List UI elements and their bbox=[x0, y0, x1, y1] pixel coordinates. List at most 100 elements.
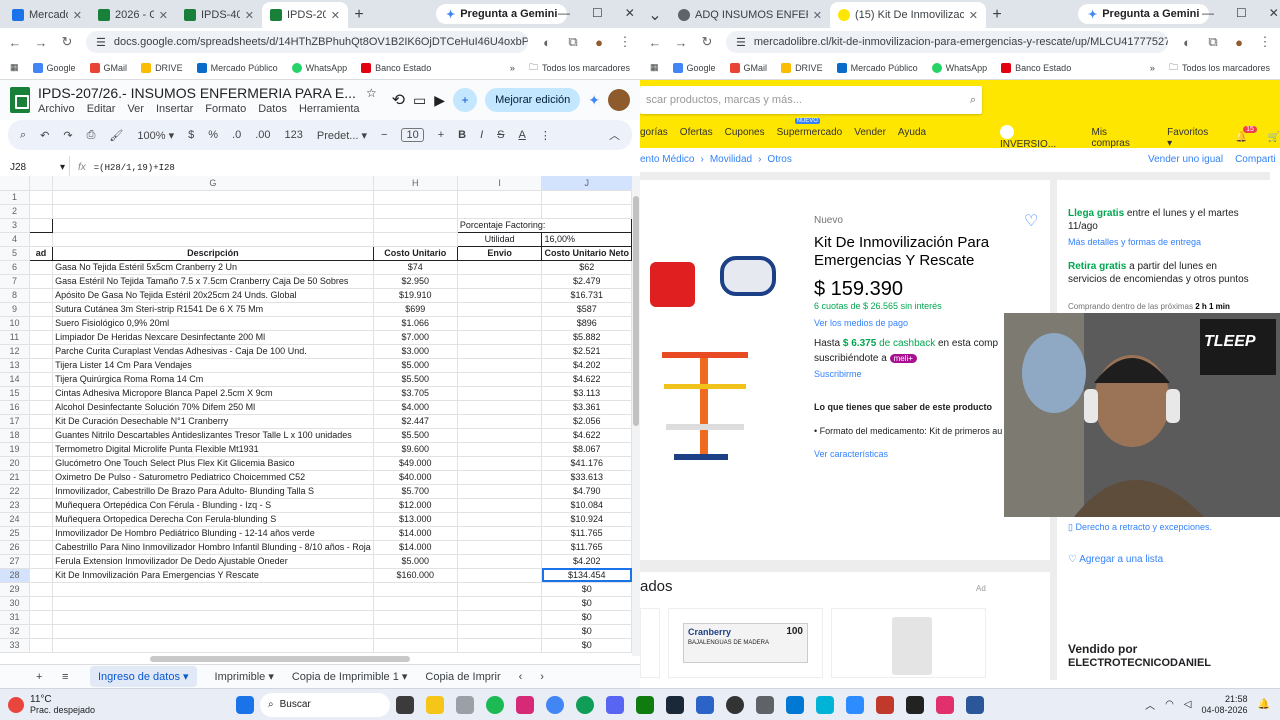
description-cell[interactable]: Tijera Quirúrgica Roma Roma 14 Cm bbox=[52, 372, 374, 387]
sheet-tab-ingreso[interactable]: Ingreso de datos ▾ bbox=[90, 666, 197, 687]
currency-button[interactable]: $ bbox=[188, 129, 194, 141]
ad-card[interactable] bbox=[831, 608, 986, 678]
column-header[interactable] bbox=[29, 176, 54, 191]
cell[interactable] bbox=[29, 442, 54, 457]
minimize-icon[interactable]: — bbox=[1202, 6, 1214, 20]
chevron-left-icon[interactable]: ‹ bbox=[519, 671, 523, 683]
characteristics-link[interactable]: Ver características bbox=[814, 449, 888, 459]
new-tab-icon[interactable]: + bbox=[348, 4, 370, 26]
more-menu-icon[interactable]: ⋮ bbox=[618, 34, 632, 50]
row-number[interactable]: 29 bbox=[0, 582, 30, 597]
shipping-cell[interactable] bbox=[457, 386, 543, 401]
shipping-cell[interactable] bbox=[457, 372, 543, 387]
tab-search-icon[interactable]: ⌄ bbox=[644, 4, 666, 26]
spotify-icon[interactable] bbox=[486, 695, 504, 714]
cell[interactable] bbox=[52, 218, 374, 233]
puzzle-icon[interactable]: ⧉ bbox=[566, 34, 580, 50]
bookmark-gmail[interactable]: GMail bbox=[729, 62, 767, 73]
net-cost-cell[interactable]: $2.479 bbox=[541, 274, 632, 289]
menu-archivo[interactable]: Archivo bbox=[38, 103, 75, 115]
cost-cell[interactable]: $49.000 bbox=[373, 456, 458, 471]
site-info-icon[interactable]: ☰ bbox=[96, 36, 106, 49]
compartir-link[interactable]: Comparti bbox=[1235, 154, 1276, 165]
bookmark-whatsapp[interactable]: WhatsApp bbox=[291, 62, 347, 73]
net-cost-cell[interactable]: $2.056 bbox=[541, 414, 632, 429]
vertical-scrollbar[interactable] bbox=[632, 176, 640, 656]
row-number[interactable]: 2 bbox=[0, 204, 30, 219]
increase-decimal-button[interactable]: .00 bbox=[255, 129, 270, 141]
cell[interactable] bbox=[29, 624, 54, 639]
cell[interactable] bbox=[29, 596, 54, 611]
cell[interactable] bbox=[29, 260, 54, 275]
app-icon[interactable] bbox=[786, 695, 804, 714]
shipping-cell[interactable] bbox=[457, 554, 543, 569]
minimize-icon[interactable]: — bbox=[558, 6, 570, 20]
ad-card[interactable]: Cranberry 100 BAJALENGUAS DE MADERA bbox=[668, 608, 823, 678]
apps-icon[interactable]: ▦ bbox=[10, 62, 19, 73]
cell[interactable] bbox=[29, 582, 54, 597]
zoom-icon[interactable] bbox=[846, 695, 864, 714]
app-icon[interactable] bbox=[816, 695, 834, 714]
column-header[interactable]: I bbox=[457, 176, 543, 191]
address-bar[interactable]: ☰ mercadolibre.cl/kit-de-inmovilizacion-p… bbox=[726, 31, 1168, 53]
history-icon[interactable]: ⟲ bbox=[392, 90, 405, 110]
weather-widget[interactable]: 11°C Prac. despejado bbox=[8, 694, 228, 716]
clock[interactable]: 21:58 04-08-2026 bbox=[1202, 694, 1248, 716]
row-number[interactable]: 24 bbox=[0, 512, 30, 527]
breadcrumb-item[interactable]: Otros bbox=[767, 154, 791, 165]
description-cell[interactable]: Inmovilizador De Hombro Pediátrico Blund… bbox=[52, 526, 374, 541]
text-color-button[interactable]: A bbox=[519, 129, 526, 141]
cost-cell[interactable] bbox=[373, 582, 458, 597]
row-number[interactable]: 7 bbox=[0, 274, 30, 289]
shipping-cell[interactable] bbox=[457, 316, 543, 331]
description-cell[interactable]: Sutura Cutánea 3m Steri-strip R1541 De 6… bbox=[52, 302, 374, 317]
shipping-cell[interactable] bbox=[457, 512, 543, 527]
bookmark-mercado-publico[interactable]: Mercado Público bbox=[836, 62, 918, 73]
shipping-cell[interactable] bbox=[457, 582, 543, 597]
taskbar-search[interactable]: ⌕ Buscar bbox=[260, 692, 390, 717]
shipping-cell[interactable] bbox=[457, 610, 543, 625]
menu-insertar[interactable]: Insertar bbox=[156, 103, 193, 115]
bookmark-mercado-publico[interactable]: Mercado Público bbox=[196, 62, 278, 73]
nav-ayuda[interactable]: Ayuda bbox=[898, 127, 926, 138]
bookmark-google[interactable]: Google bbox=[672, 62, 716, 73]
net-cost-cell[interactable]: $134.454 bbox=[541, 568, 632, 583]
row-number[interactable]: 5 bbox=[0, 246, 30, 261]
row-number[interactable]: 33 bbox=[0, 638, 30, 653]
bookmark-banco-estado[interactable]: Banco Estado bbox=[361, 62, 431, 73]
cost-cell[interactable]: $74 bbox=[373, 260, 458, 275]
shipping-cell[interactable] bbox=[457, 456, 543, 471]
bookmark-whatsapp[interactable]: WhatsApp bbox=[931, 62, 987, 73]
bold-button[interactable]: B bbox=[458, 129, 466, 141]
net-cost-cell[interactable]: $0 bbox=[541, 624, 632, 639]
cell[interactable] bbox=[29, 372, 54, 387]
percent-button[interactable]: % bbox=[208, 129, 218, 141]
notification-bell-icon[interactable]: 🔔 bbox=[1258, 699, 1270, 710]
cost-cell[interactable]: $5.000 bbox=[373, 554, 458, 569]
shipping-cell[interactable] bbox=[457, 470, 543, 485]
row-number[interactable]: 20 bbox=[0, 456, 30, 471]
cost-cell[interactable]: $5.000 bbox=[373, 358, 458, 373]
cost-cell[interactable]: $14.000 bbox=[373, 540, 458, 555]
vender-igual-link[interactable]: Vender uno igual bbox=[1148, 154, 1223, 165]
font-select[interactable]: Predet... ▾ bbox=[317, 129, 367, 142]
header-cell[interactable]: ad bbox=[28, 245, 54, 261]
cell[interactable] bbox=[29, 428, 54, 443]
file-explorer-icon[interactable] bbox=[426, 695, 444, 714]
net-cost-cell[interactable]: $4.622 bbox=[541, 428, 632, 443]
description-cell[interactable]: Oximetro De Pulso - Saturometro Pediatri… bbox=[52, 470, 374, 485]
description-cell[interactable]: Muñequera Ortopedica Derecha Con Ferula-… bbox=[52, 512, 374, 527]
shipping-cell[interactable] bbox=[457, 638, 543, 653]
cell[interactable] bbox=[29, 274, 54, 289]
menu-ver[interactable]: Ver bbox=[127, 103, 144, 115]
reload-icon[interactable]: ↻ bbox=[60, 34, 74, 50]
row-number[interactable]: 27 bbox=[0, 554, 30, 569]
redo-icon[interactable]: ↷ bbox=[63, 129, 72, 142]
row-number[interactable]: 22 bbox=[0, 484, 30, 499]
strikethrough-button[interactable]: S bbox=[497, 129, 504, 141]
description-cell[interactable] bbox=[52, 596, 374, 611]
cell[interactable] bbox=[29, 526, 54, 541]
net-cost-cell[interactable]: $3.113 bbox=[541, 386, 632, 401]
utilidad-value[interactable]: 16,00% bbox=[541, 231, 632, 247]
more-tools-icon[interactable]: ⋮ bbox=[540, 129, 551, 142]
